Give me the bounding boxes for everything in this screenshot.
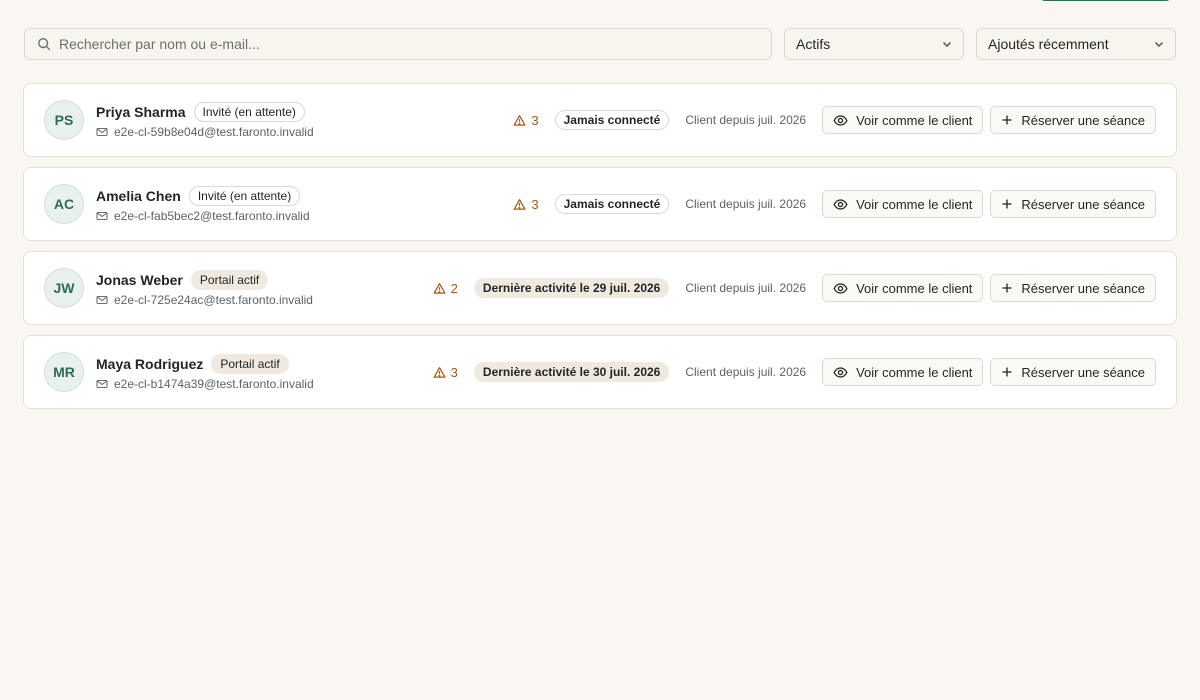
filter-bar: Actifs Ajoutés récemment: [24, 28, 1176, 60]
book-session-label: Réserver une séance: [1021, 112, 1145, 128]
alert-count[interactable]: 3: [513, 112, 539, 128]
portal-status-badge: Portail actif: [190, 269, 269, 290]
chevron-down-icon: [943, 42, 951, 47]
client-email-line: e2e-cl-725e24ac@test.faronto.invalid: [96, 293, 313, 307]
mail-icon: [96, 295, 108, 304]
avatar: JW: [44, 268, 84, 308]
alert-count[interactable]: 3: [433, 365, 458, 380]
client-name[interactable]: Priya Sharma: [96, 104, 186, 120]
activity-badge: Dernière activité le 30 juil. 2026: [473, 362, 670, 382]
warning-icon: [513, 198, 526, 210]
plus-icon: [1002, 283, 1012, 293]
client-name-line: Priya Sharma Invité (en attente): [96, 101, 314, 122]
alert-count-value: 3: [531, 196, 539, 212]
client-identity: Amelia Chen Invité (en attente) e2e-cl-f…: [96, 185, 310, 223]
client-name-line: Amelia Chen Invité (en attente): [96, 185, 310, 206]
alert-count-value: 3: [531, 112, 539, 128]
client-name[interactable]: Jonas Weber: [96, 272, 183, 288]
activity-badge: Jamais connecté: [554, 194, 670, 214]
eye-icon: [833, 198, 848, 210]
portal-status-badge: Portail actif: [211, 353, 289, 374]
search-icon: [38, 38, 51, 51]
view-as-client-label: Voir comme le client: [856, 112, 973, 128]
view-as-client-button[interactable]: Voir comme le client: [822, 274, 984, 302]
eye-icon: [833, 282, 848, 294]
search-box[interactable]: [24, 28, 772, 60]
client-since: Client depuis juil. 2026: [685, 113, 807, 127]
alert-count-value: 2: [450, 280, 458, 296]
view-as-client-button[interactable]: Voir comme le client: [822, 358, 984, 386]
client-since: Client depuis juil. 2026: [685, 365, 807, 379]
search-input[interactable]: [59, 36, 759, 52]
book-session-button[interactable]: Réserver une séance: [990, 358, 1156, 386]
plus-icon: [1002, 115, 1012, 125]
book-session-button[interactable]: Réserver une séance: [990, 106, 1156, 134]
client-since: Client depuis juil. 2026: [685, 281, 807, 295]
avatar: MR: [44, 352, 84, 392]
warning-icon: [433, 366, 446, 378]
alert-count-value: 3: [450, 364, 458, 380]
client-email: e2e-cl-725e24ac@test.faronto.invalid: [114, 292, 313, 307]
chevron-down-icon: [1155, 42, 1163, 47]
book-session-button[interactable]: Réserver une séance: [990, 274, 1156, 302]
avatar: PS: [44, 100, 84, 140]
client-email-line: e2e-cl-fab5bec2@test.faronto.invalid: [96, 209, 310, 223]
client-list: PS Priya Sharma Invité (en attente) e2e-…: [23, 83, 1177, 409]
warning-icon: [433, 282, 446, 294]
client-row[interactable]: PS Priya Sharma Invité (en attente) e2e-…: [23, 83, 1177, 157]
client-email-line: e2e-cl-b1474a39@test.faronto.invalid: [96, 377, 314, 391]
mail-icon: [96, 379, 108, 388]
sort-value: Ajoutés récemment: [988, 36, 1109, 52]
portal-status-badge: Invité (en attente): [188, 185, 301, 206]
view-as-client-button[interactable]: Voir comme le client: [822, 106, 984, 134]
status-filter-select[interactable]: Actifs: [784, 28, 964, 60]
view-as-client-label: Voir comme le client: [856, 196, 973, 212]
alert-count[interactable]: 2: [433, 281, 458, 296]
avatar: AC: [44, 184, 84, 224]
book-session-button[interactable]: Réserver une séance: [990, 190, 1156, 218]
view-as-client-label: Voir comme le client: [856, 280, 973, 296]
eye-icon: [833, 114, 848, 126]
client-row[interactable]: JW Jonas Weber Portail actif e2e-cl-725e…: [23, 251, 1177, 325]
client-identity: Maya Rodriguez Portail actif e2e-cl-b147…: [96, 353, 314, 391]
portal-status-badge: Invité (en attente): [193, 101, 305, 122]
client-email: e2e-cl-59b8e04d@test.faronto.invalid: [114, 124, 314, 139]
client-email: e2e-cl-b1474a39@test.faronto.invalid: [114, 376, 314, 391]
primary-action-button-edge[interactable]: [1039, 0, 1172, 1]
mail-icon: [96, 127, 108, 136]
client-row[interactable]: AC Amelia Chen Invité (en attente) e2e-c…: [23, 167, 1177, 241]
activity-badge: Dernière activité le 29 juil. 2026: [473, 278, 670, 298]
book-session-label: Réserver une séance: [1021, 364, 1145, 380]
activity-badge: Jamais connecté: [554, 110, 670, 130]
plus-icon: [1002, 367, 1012, 377]
client-name-line: Maya Rodriguez Portail actif: [96, 353, 314, 374]
client-name-line: Jonas Weber Portail actif: [96, 269, 313, 290]
client-row[interactable]: MR Maya Rodriguez Portail actif e2e-cl-b…: [23, 335, 1177, 409]
sort-select[interactable]: Ajoutés récemment: [976, 28, 1176, 60]
book-session-label: Réserver une séance: [1021, 280, 1145, 296]
client-name[interactable]: Maya Rodriguez: [96, 356, 203, 372]
status-filter-value: Actifs: [796, 36, 831, 52]
client-name[interactable]: Amelia Chen: [96, 188, 181, 204]
client-email-line: e2e-cl-59b8e04d@test.faronto.invalid: [96, 125, 314, 139]
mail-icon: [96, 211, 108, 220]
client-email: e2e-cl-fab5bec2@test.faronto.invalid: [114, 208, 310, 223]
clients-page: Actifs Ajoutés récemment PS Priya Sharma…: [0, 0, 1200, 700]
eye-icon: [833, 366, 848, 378]
book-session-label: Réserver une séance: [1021, 196, 1145, 212]
warning-icon: [513, 114, 526, 126]
plus-icon: [1002, 199, 1012, 209]
view-as-client-label: Voir comme le client: [856, 364, 973, 380]
alert-count[interactable]: 3: [513, 196, 539, 212]
client-identity: Priya Sharma Invité (en attente) e2e-cl-…: [96, 101, 314, 139]
view-as-client-button[interactable]: Voir comme le client: [822, 190, 984, 218]
client-since: Client depuis juil. 2026: [685, 197, 807, 211]
client-identity: Jonas Weber Portail actif e2e-cl-725e24a…: [96, 269, 313, 307]
